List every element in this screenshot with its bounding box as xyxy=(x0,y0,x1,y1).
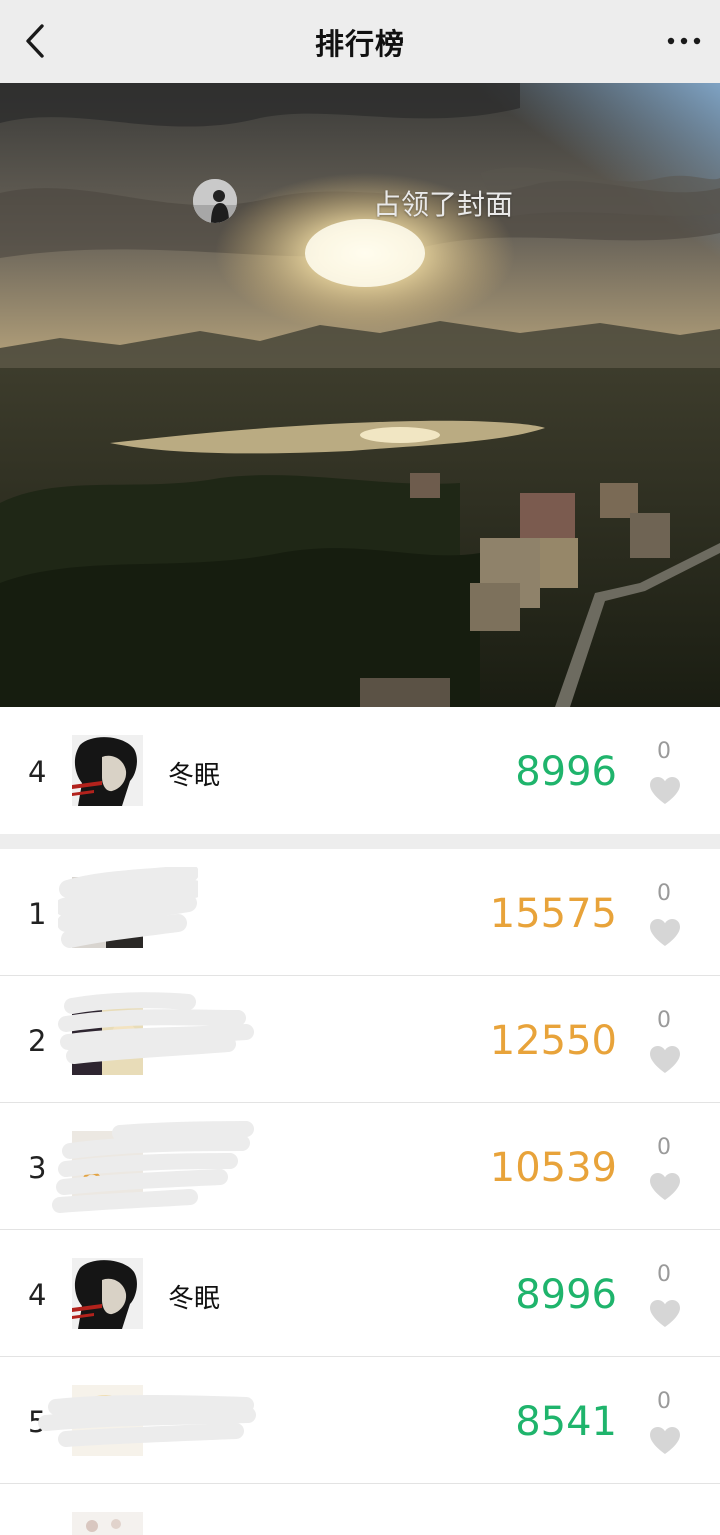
chevron-left-icon[interactable] xyxy=(22,22,50,60)
rank-number: 2 xyxy=(28,1024,47,1058)
avatar[interactable] xyxy=(72,877,143,948)
heart-icon[interactable] xyxy=(648,1425,682,1455)
like-count: 0 xyxy=(657,1135,671,1160)
navigation-bar: 排行榜 xyxy=(0,0,720,83)
avatar[interactable] xyxy=(72,1004,143,1075)
heart-icon[interactable] xyxy=(648,1044,682,1074)
avatar[interactable] xyxy=(72,1258,143,1329)
step-count: 8541 xyxy=(515,1399,617,1445)
heart-icon[interactable] xyxy=(648,1171,682,1201)
sunset-landscape-image xyxy=(0,83,720,707)
ranking-row[interactable]: 4 冬眠 8996 0 xyxy=(0,1230,720,1357)
rank-number: 4 xyxy=(28,755,47,789)
step-count: 8996 xyxy=(515,749,617,795)
rank-number: 1 xyxy=(28,897,47,931)
step-count: 10539 xyxy=(489,1145,617,1191)
ranking-row[interactable]: 3 10539 0 xyxy=(0,1103,720,1230)
avatar[interactable] xyxy=(72,1385,143,1456)
rank-number: 5 xyxy=(28,1405,47,1439)
like-count: 0 xyxy=(657,1262,671,1287)
step-count: 12550 xyxy=(489,1018,617,1064)
like-count: 0 xyxy=(657,881,671,906)
ranking-row[interactable]: 5 8541 0 xyxy=(0,1357,720,1484)
page-title: 排行榜 xyxy=(314,26,405,61)
cover-image[interactable]: 占领了封面 xyxy=(0,83,720,707)
rank-number: 4 xyxy=(28,1278,47,1312)
ranking-list: 1 15575 0 2 12550 0 3 10539 0 4 冬眠 8996 … xyxy=(0,849,720,1535)
nickname: 冬眠 xyxy=(168,761,221,791)
avatar[interactable] xyxy=(72,735,143,806)
avatar[interactable] xyxy=(72,1131,143,1202)
ranking-row[interactable]: 1 15575 0 xyxy=(0,849,720,976)
rank-number: 3 xyxy=(28,1151,47,1185)
ranking-row[interactable] xyxy=(0,1484,720,1535)
like-count: 0 xyxy=(657,739,671,764)
like-count: 0 xyxy=(657,1008,671,1033)
cover-caption: 占领了封面 xyxy=(373,188,514,221)
like-count: 0 xyxy=(657,1389,671,1414)
step-count: 8996 xyxy=(515,1272,617,1318)
heart-icon[interactable] xyxy=(648,917,682,947)
step-count: 15575 xyxy=(489,891,617,937)
redaction-scribble xyxy=(38,1395,256,1447)
heart-icon[interactable] xyxy=(648,1298,682,1328)
section-separator xyxy=(0,834,720,849)
heart-icon[interactable] xyxy=(648,775,682,805)
cover-owner-avatar[interactable] xyxy=(193,179,237,223)
avatar[interactable] xyxy=(72,1512,143,1535)
ranking-row[interactable]: 2 12550 0 xyxy=(0,976,720,1103)
more-dots-icon[interactable] xyxy=(664,26,704,56)
my-rank-row[interactable]: 4 冬眠 8996 0 xyxy=(0,707,720,834)
nickname: 冬眠 xyxy=(168,1284,221,1314)
